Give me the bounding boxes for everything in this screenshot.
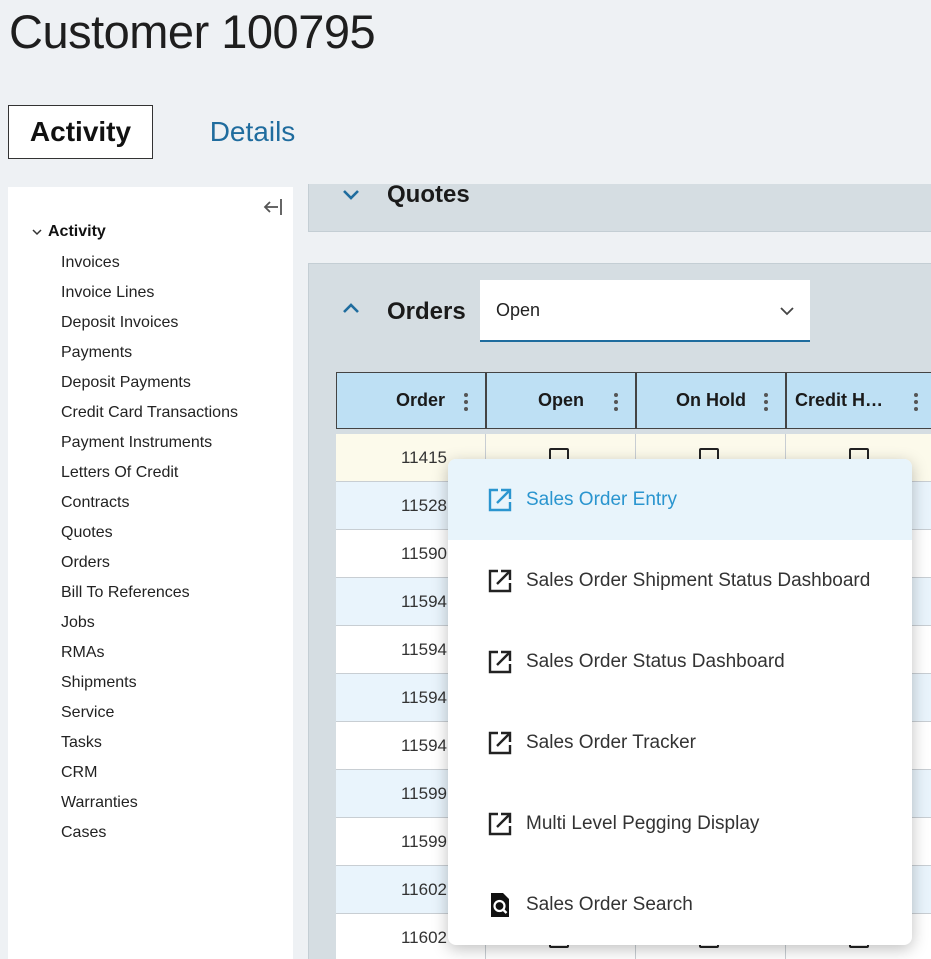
- menu-item-label: Sales Order Search: [526, 893, 693, 915]
- quotes-panel: Quotes: [308, 181, 931, 232]
- column-header-order[interactable]: Order: [336, 372, 486, 429]
- sidebar-item-invoices[interactable]: Invoices: [61, 250, 238, 280]
- more-vertical-icon[interactable]: [913, 391, 919, 413]
- sidebar-item-credit-card-transactions[interactable]: Credit Card Transactions: [61, 400, 238, 430]
- sidebar-item-quotes[interactable]: Quotes: [61, 520, 238, 550]
- sidebar-item-service[interactable]: Service: [61, 700, 238, 730]
- menu-item-sales-order-shipment-status-dashboard[interactable]: Sales Order Shipment Status Dashboard: [448, 540, 912, 621]
- collapse-left-icon[interactable]: [261, 195, 285, 219]
- menu-item-sales-order-entry[interactable]: Sales Order Entry: [448, 459, 912, 540]
- tab-details[interactable]: Details: [200, 105, 305, 159]
- chevron-down-icon: [780, 307, 794, 316]
- more-vertical-icon[interactable]: [613, 391, 619, 413]
- chevron-down-icon[interactable]: [340, 184, 362, 206]
- column-header-credit-hold[interactable]: Credit H…: [786, 372, 931, 429]
- orders-filter-select[interactable]: Open: [480, 280, 810, 342]
- open-external-icon: [488, 731, 512, 754]
- quotes-title: Quotes: [387, 181, 470, 208]
- page-title: Customer 100795: [9, 5, 376, 58]
- sidebar-item-payment-instruments[interactable]: Payment Instruments: [61, 430, 238, 460]
- open-external-icon: [488, 569, 512, 592]
- sidebar-list: Invoices Invoice Lines Deposit Invoices Pay…: [61, 250, 238, 850]
- sidebar-item-deposit-payments[interactable]: Deposit Payments: [61, 370, 238, 400]
- menu-item-multi-level-pegging-display[interactable]: Multi Level Pegging Display: [448, 783, 912, 864]
- menu-item-label: Multi Level Pegging Display: [526, 812, 760, 834]
- menu-item-label: Sales Order Entry: [526, 488, 677, 510]
- sidebar-item-crm[interactable]: CRM: [61, 760, 238, 790]
- sidebar-item-bill-to-references[interactable]: Bill To References: [61, 580, 238, 610]
- sidebar-item-invoice-lines[interactable]: Invoice Lines: [61, 280, 238, 310]
- sidebar-item-deposit-invoices[interactable]: Deposit Invoices: [61, 310, 238, 340]
- sidebar-item-tasks[interactable]: Tasks: [61, 730, 238, 760]
- open-external-icon: [488, 812, 512, 835]
- menu-item-label: Sales Order Shipment Status Dashboard: [526, 569, 871, 591]
- orders-filter-value: Open: [496, 299, 541, 320]
- sidebar-item-shipments[interactable]: Shipments: [61, 670, 238, 700]
- activity-sidebar: Activity Invoices Invoice Lines Deposit In…: [8, 187, 293, 959]
- order-context-menu: Sales Order Entry Sales Order Shipment St…: [448, 459, 912, 945]
- sidebar-item-payments[interactable]: Payments: [61, 340, 238, 370]
- menu-item-sales-order-status-dashboard[interactable]: Sales Order Status Dashboard: [448, 621, 912, 702]
- column-header-open[interactable]: Open: [486, 372, 636, 429]
- open-external-icon: [488, 488, 512, 511]
- menu-item-label: Sales Order Status Dashboard: [526, 650, 785, 672]
- tree-root-activity[interactable]: Activity: [30, 223, 106, 241]
- more-vertical-icon[interactable]: [463, 391, 469, 413]
- menu-item-label: Sales Order Tracker: [526, 731, 696, 753]
- search-document-icon: [491, 892, 509, 917]
- grid-header: Order Open On Hold Credit H…: [336, 372, 931, 429]
- sidebar-item-orders[interactable]: Orders: [61, 550, 238, 580]
- tree-root-label: Activity: [48, 223, 106, 240]
- chevron-up-icon[interactable]: [340, 297, 362, 319]
- sidebar-item-letters-of-credit[interactable]: Letters Of Credit: [61, 460, 238, 490]
- sidebar-item-contracts[interactable]: Contracts: [61, 490, 238, 520]
- more-vertical-icon[interactable]: [763, 391, 769, 413]
- sidebar-item-rmas[interactable]: RMAs: [61, 640, 238, 670]
- tab-activity[interactable]: Activity: [8, 105, 153, 159]
- sidebar-item-warranties[interactable]: Warranties: [61, 790, 238, 820]
- menu-item-sales-order-tracker[interactable]: Sales Order Tracker: [448, 702, 912, 783]
- sidebar-item-cases[interactable]: Cases: [61, 820, 238, 850]
- orders-title: Orders: [387, 298, 466, 325]
- column-header-on-hold[interactable]: On Hold: [636, 372, 786, 429]
- sidebar-item-jobs[interactable]: Jobs: [61, 610, 238, 640]
- open-external-icon: [488, 650, 512, 673]
- menu-item-sales-order-search[interactable]: Sales Order Search: [448, 864, 912, 945]
- chevron-down-icon: [32, 229, 42, 236]
